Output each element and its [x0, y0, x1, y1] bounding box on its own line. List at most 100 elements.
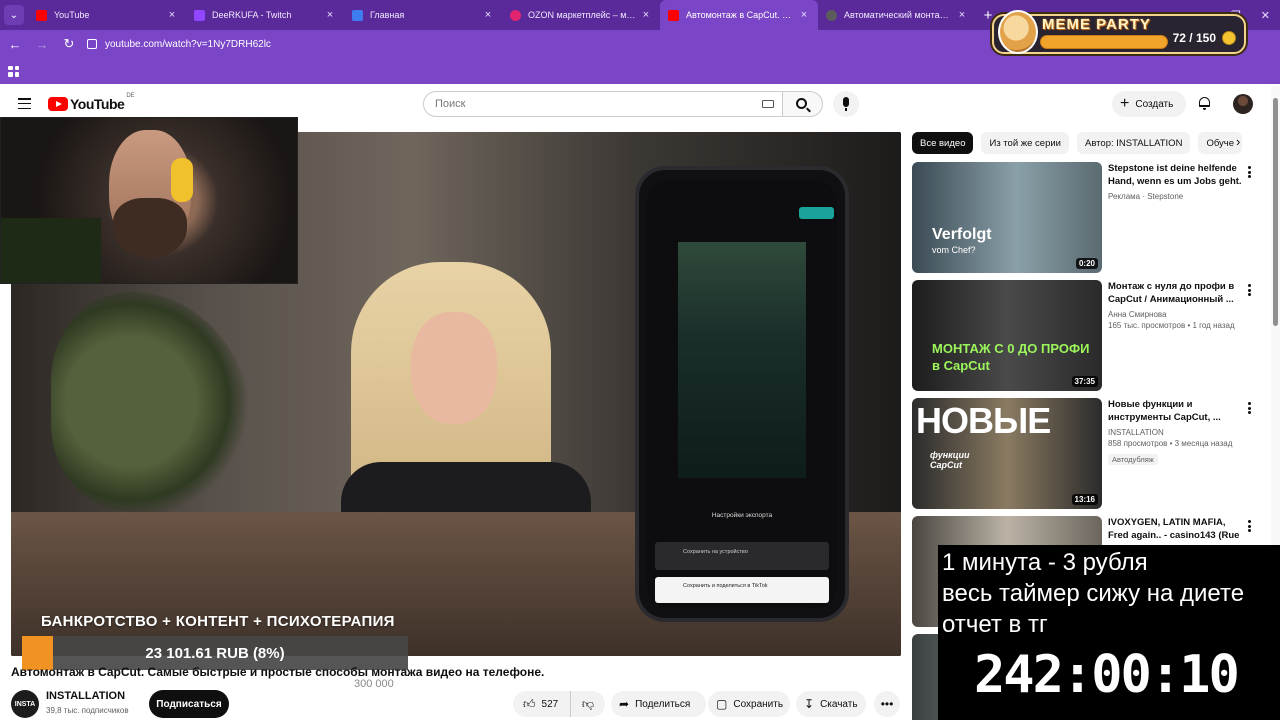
search-input[interactable]: Поиск: [423, 91, 783, 117]
bookmark-icon: ▢: [716, 697, 728, 711]
search-icon: [796, 98, 807, 109]
more-horizontal-icon: •••: [880, 697, 894, 711]
recommendation-title[interactable]: IVOXYGEN, LATIN MAFIA, Fred again.. - ca…: [1108, 516, 1242, 542]
browser-tab[interactable]: OZON маркетплейс – миллионы ×: [502, 0, 660, 30]
menu-icon[interactable]: [18, 98, 31, 109]
site-settings-icon[interactable]: [87, 39, 97, 49]
recommendation-channel: Реклама · Stepstone: [1108, 192, 1184, 201]
stream-timer-overlay: 1 минута - 3 рубля весь таймер сижу на д…: [938, 545, 1280, 720]
recommendation-stats: 858 просмотров • 3 месяца назад: [1108, 439, 1233, 448]
download-icon: ↧: [804, 697, 815, 711]
recommendation-title[interactable]: Монтаж с нуля до профи в CapCut / Анимац…: [1108, 280, 1242, 306]
browser-tab[interactable]: Главная ×: [344, 0, 502, 30]
close-tab-icon[interactable]: ×: [640, 9, 652, 21]
video-title: Автомонтаж в CapCut. Самые быстрые и про…: [11, 665, 545, 679]
dislike-button[interactable]: 👎︎: [571, 697, 605, 712]
microphone-icon: [843, 97, 849, 107]
close-tab-icon[interactable]: ×: [324, 9, 336, 21]
more-vertical-icon[interactable]: [1248, 520, 1251, 532]
ozon-favicon-icon: [510, 9, 521, 21]
create-button[interactable]: + Создать: [1112, 91, 1186, 117]
video-thumbnail[interactable]: МОНТАЖ С 0 ДО ПРОФИ в CapCut 37:35: [912, 280, 1102, 391]
recommendation-item[interactable]: НОВЫЕ функции CapCut 13:16 Новые функции…: [912, 398, 1252, 510]
video-thumbnail[interactable]: НОВЫЕ функции CapCut 13:16: [912, 398, 1102, 509]
video-thumbnail[interactable]: Verfolgt vom Chef? 0:20: [912, 162, 1102, 273]
overlay-rate-text: 1 минута - 3 рубля: [942, 549, 1148, 576]
more-actions-button[interactable]: •••: [874, 691, 900, 717]
subathon-timer: 242:00:10: [974, 645, 1240, 705]
close-tab-icon[interactable]: ×: [798, 9, 810, 21]
subscriber-count: 39,8 тыс. подписчиков: [46, 706, 129, 715]
video-duration: 13:16: [1071, 494, 1098, 505]
youtube-favicon-icon: [668, 9, 679, 21]
close-tab-icon[interactable]: ×: [956, 9, 968, 21]
chip-author[interactable]: Автор: INSTALLATION: [1077, 132, 1191, 154]
overlay-diet-text: весь таймер сижу на диете: [942, 580, 1245, 607]
recommendation-title[interactable]: Stepstone ist deine helfende Hand, wenn …: [1108, 162, 1242, 188]
autodub-badge: Автодубляж: [1108, 454, 1158, 465]
coin-icon: [1222, 31, 1236, 45]
like-button[interactable]: 👍︎ 527: [513, 691, 571, 717]
browser-tab[interactable]: Автоматический монтаж для ×: [818, 0, 976, 30]
close-tab-icon[interactable]: ×: [482, 9, 494, 21]
scrollbar-thumb[interactable]: [1273, 98, 1278, 326]
recommendation-channel: INSTALLATION: [1108, 428, 1164, 437]
meme-party-progress-bar: [1040, 35, 1168, 49]
download-button[interactable]: ↧ Скачать: [796, 691, 866, 717]
browser-tab[interactable]: DeeRKUFA - Twitch ×: [186, 0, 344, 30]
channel-name[interactable]: INSTALLATION: [46, 690, 125, 702]
channel-avatar[interactable]: INSTA: [11, 690, 39, 718]
save-button[interactable]: ▢ Сохранить: [708, 691, 790, 717]
meme-party-counter: 72 / 150: [1172, 31, 1216, 45]
video-duration: 0:20: [1075, 258, 1098, 269]
more-vertical-icon[interactable]: [1248, 284, 1251, 296]
video-duration: 37:35: [1071, 376, 1098, 387]
phone-option-save-device: Сохранить на устройство: [655, 542, 829, 570]
browser-tab-active[interactable]: Автомонтаж в CapCut. Самые ×: [660, 0, 818, 30]
recommendation-item[interactable]: Verfolgt vom Chef? 0:20 Stepstone ist de…: [912, 162, 1252, 274]
overlay-report-text: отчет в тг: [942, 611, 1048, 638]
more-vertical-icon[interactable]: [1248, 166, 1251, 178]
close-tab-icon[interactable]: ×: [166, 9, 178, 21]
video-frame-phone: Настройки экспорта Сохранить на устройст…: [635, 166, 849, 622]
chip-all-videos[interactable]: Все видео: [912, 132, 974, 154]
twitch-favicon-icon: [194, 9, 205, 21]
doge-icon: [998, 10, 1038, 54]
meme-party-title: MEME PARTY: [1042, 16, 1151, 33]
back-icon[interactable]: ←: [3, 37, 27, 52]
headphones-icon: [171, 158, 193, 202]
video-frame-person-face: [411, 312, 497, 424]
forward-icon[interactable]: →: [30, 37, 54, 52]
reload-icon[interactable]: ↻: [57, 36, 81, 52]
chevron-right-icon[interactable]: ›: [1236, 134, 1240, 149]
bookmarks-bar: [0, 58, 1280, 84]
recommendation-title[interactable]: Новые функции и инструменты CapCut, ...: [1108, 398, 1242, 424]
tab-list-dropdown[interactable]: ⌄: [4, 5, 24, 25]
chip-same-series[interactable]: Из той же серии: [981, 132, 1069, 154]
phone-video-preview: [678, 242, 806, 478]
share-button[interactable]: ➦ Поделиться: [611, 691, 706, 717]
recommendation-item[interactable]: МОНТАЖ С 0 ДО ПРОФИ в CapCut 37:35 Монта…: [912, 280, 1252, 392]
keyboard-icon[interactable]: [762, 100, 774, 108]
meme-party-widget: MEME PARTY 72 / 150: [992, 10, 1246, 54]
youtube-logo[interactable]: YouTube DE: [48, 93, 135, 112]
subscribe-button[interactable]: Подписаться: [149, 690, 229, 718]
close-window-icon[interactable]: ✕: [1261, 9, 1270, 22]
more-vertical-icon[interactable]: [1248, 402, 1251, 414]
overlay-ghost-text: 300 000: [354, 678, 394, 690]
share-icon: ➦: [619, 697, 630, 711]
notifications-bell-icon[interactable]: [1198, 96, 1211, 110]
apps-grid-icon[interactable]: [8, 65, 19, 77]
plus-icon: +: [1120, 95, 1130, 112]
account-avatar[interactable]: [1233, 94, 1253, 114]
youtube-favicon-icon: [36, 9, 47, 21]
search-button[interactable]: [782, 91, 823, 117]
voice-search-button[interactable]: [833, 91, 859, 117]
recommendation-channel: Анна Смирнова: [1108, 310, 1167, 319]
site-favicon-icon: [352, 9, 363, 21]
browser-tab[interactable]: YouTube ×: [28, 0, 186, 30]
site-favicon-icon: [826, 9, 837, 21]
thumbs-up-icon: 👍︎: [523, 697, 536, 711]
url-field[interactable]: youtube.com/watch?v=1Ny7DRH62lc: [87, 39, 271, 50]
video-lower-third: БАНКРОТСТВО + КОНТЕНТ + ПСИХОТЕРАПИЯ: [41, 613, 395, 630]
